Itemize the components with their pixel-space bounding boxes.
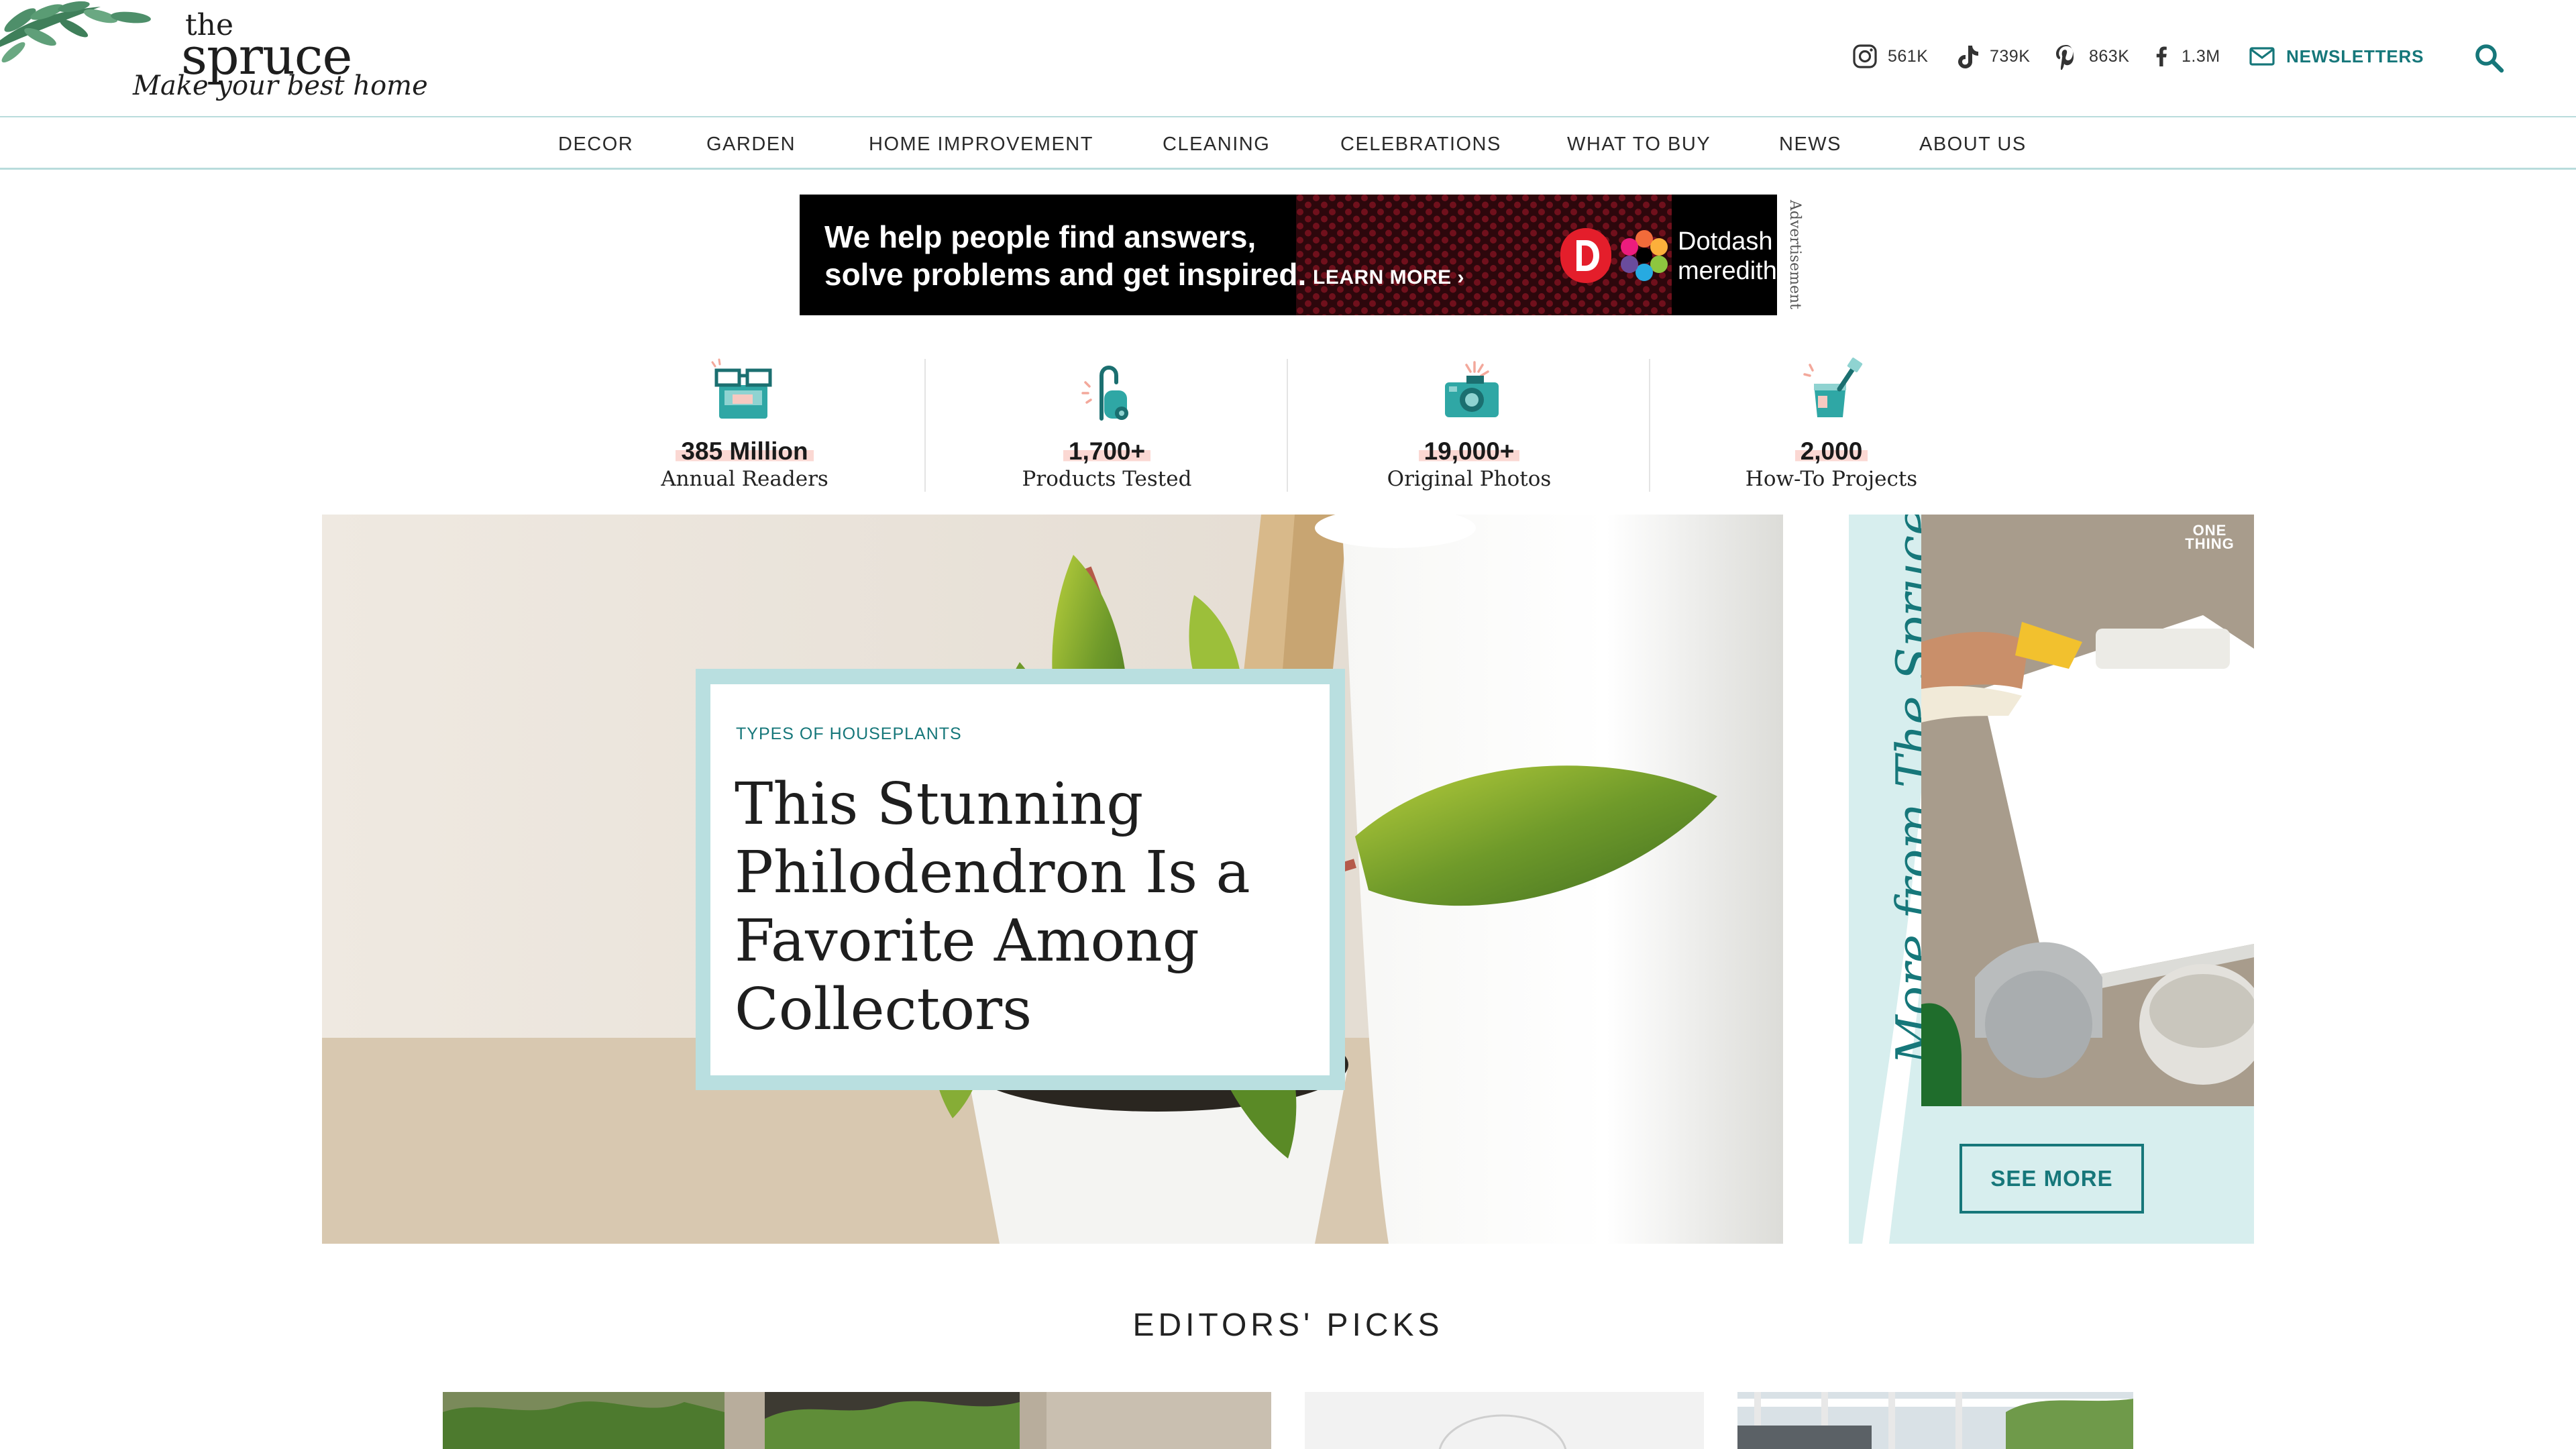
nav-item-about-us[interactable]: ABOUT US [1919, 119, 2027, 170]
nav-item-home-improvement[interactable]: HOME IMPROVEMENT [869, 119, 1093, 170]
vacuum-icon [1081, 366, 1128, 421]
ad-headline-line-2: solve problems and get inspired. [824, 257, 1307, 292]
instagram-icon [1853, 44, 1877, 68]
glass-product-photo-icon [1305, 1392, 1704, 1449]
mail-icon [2249, 47, 2275, 66]
ad-brand-name: Dotdash meredith [1678, 227, 1777, 286]
newsletters-label: NEWSLETTERS [2286, 46, 2424, 66]
social-pinterest[interactable]: 863K [2053, 40, 2129, 72]
ad-brand-line-2: meredith [1678, 257, 1777, 285]
social-instagram[interactable]: 561K [1851, 40, 1928, 72]
stat-label: How-To Projects [1745, 467, 1918, 491]
stat-number: 19,000+ [1418, 437, 1520, 466]
nav-item-garden[interactable]: GARDEN [706, 119, 796, 170]
hero-category[interactable]: TYPES OF HOUSEPLANTS [736, 724, 962, 744]
camera-icon [1445, 361, 1499, 417]
stat-number: 1,700+ [1063, 437, 1151, 466]
facebook-count: 1.3M [2182, 46, 2220, 66]
logo-tagline: Make your best home [133, 70, 428, 101]
nav-item-celebrations[interactable]: CELEBRATIONS [1340, 119, 1501, 170]
badge-line-2: THING [2185, 535, 2235, 552]
search-icon[interactable] [2473, 42, 2505, 74]
hero-card[interactable]: TYPES OF HOUSEPLANTS This Stunning Philo… [710, 684, 1330, 1075]
pinterest-icon [2056, 45, 2074, 70]
glasses-icon [711, 358, 772, 419]
editors-pick-card-2[interactable] [1305, 1392, 1704, 1449]
hero-article[interactable]: TYPES OF HOUSEPLANTS This Stunning Philo… [322, 515, 1783, 1244]
stat-original-photos: 19,000+ Original Photos [1288, 356, 1650, 493]
tiktok-icon [1958, 46, 1978, 68]
main-nav: DECOR GARDEN HOME IMPROVEMENT CLEANING C… [0, 119, 2576, 170]
editors-picks-heading: EDITORS' PICKS [1132, 1307, 1444, 1343]
more-from-spruce-panel: More from The Spruce ONE THING SEE MORE [1849, 515, 2254, 1244]
editors-pick-card-1[interactable] [443, 1392, 1271, 1449]
hero-title[interactable]: This Stunning Philodendron Is a Favorite… [735, 770, 1311, 1044]
nav-item-news[interactable]: NEWS [1779, 119, 1841, 170]
stat-how-to-projects: 2,000 How-To Projects [1650, 356, 2012, 493]
dotdash-d-logo-icon [1560, 228, 1611, 283]
nav-item-what-to-buy[interactable]: WHAT TO BUY [1567, 119, 1711, 170]
ad-learn-more[interactable]: LEARN MORE › [1313, 266, 1464, 289]
patio-pergola-photo-icon [1737, 1392, 2133, 1449]
one-thing-badge: ONE THING [2180, 523, 2240, 552]
tiktok-count: 739K [1990, 46, 2031, 66]
herbs-photo-icon [443, 1392, 1271, 1449]
stat-products-tested: 1,700+ Products Tested [926, 356, 1288, 493]
paint-bucket-icon [1803, 358, 1863, 417]
ad-pattern-icon [1296, 195, 1672, 315]
pinterest-count: 863K [2089, 46, 2130, 66]
facebook-icon [2156, 46, 2167, 66]
stat-label: Annual Readers [661, 467, 828, 491]
more-video-thumbnail[interactable]: ONE THING [1921, 515, 2254, 1106]
stat-label: Products Tested [1022, 467, 1192, 491]
social-facebook[interactable]: 1.3M [2152, 40, 2220, 72]
advertisement-banner[interactable]: We help people find answers, solve probl… [800, 195, 1777, 315]
meredith-flower-logo-icon [1621, 230, 1668, 281]
stat-number: 2,000 [1794, 437, 1868, 466]
advertisement-label: Advertisement [1786, 200, 1803, 310]
stat-annual-readers: 385 Million Annual Readers [564, 356, 926, 493]
instagram-count: 561K [1888, 46, 1929, 66]
ad-brand-line-1: Dotdash [1678, 227, 1773, 256]
stat-label: Original Photos [1387, 467, 1552, 491]
video-thumbnail-icon [1921, 515, 2254, 1106]
stat-number: 385 Million [676, 437, 814, 466]
ad-headline-line-1: We help people find answers, [824, 219, 1256, 254]
newsletters-link[interactable]: NEWSLETTERS [2247, 40, 2424, 72]
site-logo[interactable]: the spruce Make your best home [133, 4, 428, 111]
editors-pick-card-3[interactable] [1737, 1392, 2133, 1449]
site-header: the spruce Make your best home 561K 739K… [0, 0, 2576, 117]
social-tiktok[interactable]: 739K [1953, 40, 2030, 72]
nav-item-decor[interactable]: DECOR [558, 119, 633, 170]
see-more-button[interactable]: SEE MORE [1960, 1144, 2144, 1214]
nav-item-cleaning[interactable]: CLEANING [1163, 119, 1270, 170]
